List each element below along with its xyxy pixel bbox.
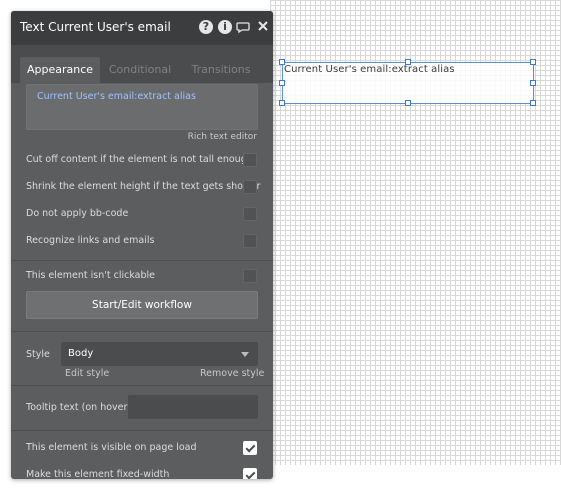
option-cut-off-checkbox[interactable] <box>243 153 257 167</box>
option-cut-off-label: Cut off content if the element is not ta… <box>26 154 253 165</box>
resize-handle-middle-right[interactable] <box>530 80 536 86</box>
resize-handle-top-right[interactable] <box>530 59 536 65</box>
panel-tabs: Appearance Conditional Transitions <box>11 45 273 83</box>
content-expression-field[interactable]: Current User's email:extract alias <box>26 84 258 130</box>
panel-title: Text Current User's email <box>20 20 171 34</box>
not-clickable-checkbox[interactable] <box>243 269 257 283</box>
resize-handle-middle-left[interactable] <box>279 80 285 86</box>
section-divider <box>11 385 273 386</box>
canvas-text-element-content: Current User's email:extract alias <box>284 64 455 75</box>
tab-appearance[interactable]: Appearance <box>20 57 100 83</box>
style-dropdown-value: Body <box>68 348 94 359</box>
not-clickable-label: This element isn't clickable <box>26 270 155 281</box>
tab-transitions[interactable]: Transitions <box>181 57 261 83</box>
remove-style-link[interactable]: Remove style <box>200 368 264 379</box>
property-editor-panel: Text Current User's email ? i Appearance… <box>11 11 273 479</box>
visible-on-load-checkbox[interactable] <box>243 441 257 455</box>
section-divider <box>11 260 273 261</box>
resize-handle-bottom-right[interactable] <box>530 100 536 106</box>
option-no-bb-code-label: Do not apply bb-code <box>26 208 129 219</box>
resize-handle-bottom-left[interactable] <box>279 100 285 106</box>
section-divider <box>11 430 273 431</box>
tab-conditional[interactable]: Conditional <box>103 57 177 83</box>
option-no-bb-code-checkbox[interactable] <box>243 207 257 221</box>
resize-handle-top-left[interactable] <box>279 59 285 65</box>
option-shrink-height-checkbox[interactable] <box>243 180 257 194</box>
resize-handle-top-middle[interactable] <box>405 59 411 65</box>
edit-style-link[interactable]: Edit style <box>65 368 109 379</box>
tooltip-input[interactable] <box>128 395 258 419</box>
visible-on-load-label: This element is visible on page load <box>26 442 197 453</box>
start-edit-workflow-button[interactable]: Start/Edit workflow <box>26 291 258 319</box>
close-icon[interactable] <box>256 20 270 34</box>
fixed-width-label: Make this element fixed-width <box>26 469 170 479</box>
content-expression-text: Current User's email:extract alias <box>37 91 196 102</box>
help-icon[interactable]: ? <box>199 20 213 34</box>
option-recognize-links-checkbox[interactable] <box>243 234 257 248</box>
chevron-down-icon <box>241 352 249 357</box>
fixed-width-checkbox[interactable] <box>243 468 257 479</box>
tooltip-label: Tooltip text (on hover) <box>26 402 132 413</box>
option-recognize-links-label: Recognize links and emails <box>26 235 155 246</box>
info-icon[interactable]: i <box>218 20 232 34</box>
style-dropdown[interactable]: Body <box>61 342 258 366</box>
panel-header[interactable]: Text Current User's email ? i <box>11 11 273 45</box>
resize-handle-bottom-middle[interactable] <box>405 100 411 106</box>
comment-icon[interactable] <box>236 20 250 34</box>
section-divider <box>11 331 273 332</box>
style-label: Style <box>26 349 50 360</box>
rich-text-editor-link[interactable]: Rich text editor <box>188 132 257 142</box>
option-shrink-height-label: Shrink the element height if the text ge… <box>26 181 261 192</box>
